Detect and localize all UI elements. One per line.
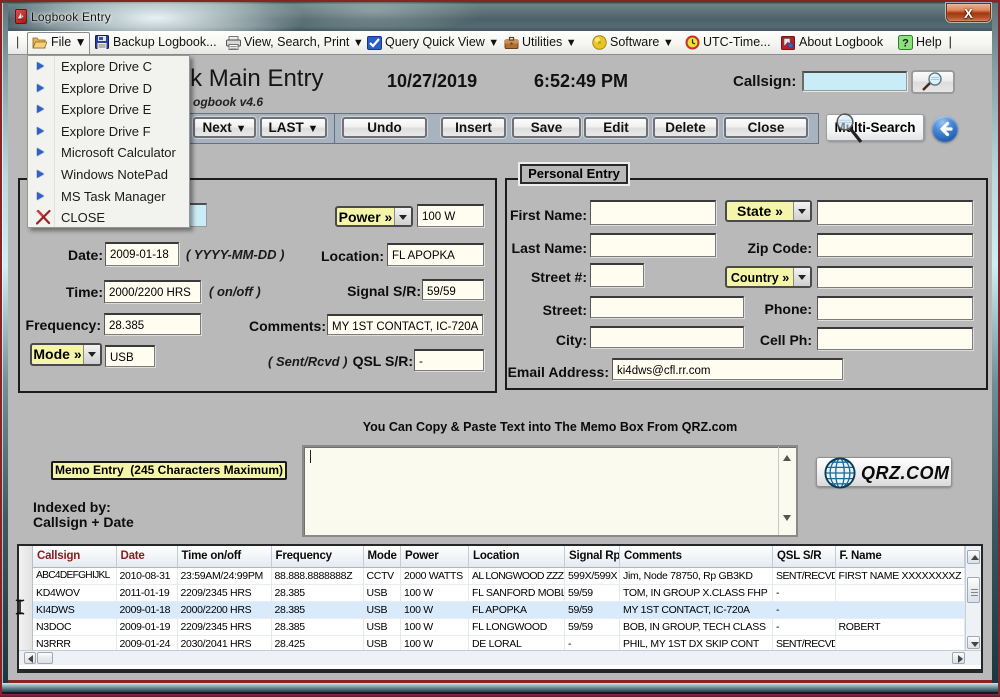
svg-text:?: ?	[902, 38, 909, 50]
